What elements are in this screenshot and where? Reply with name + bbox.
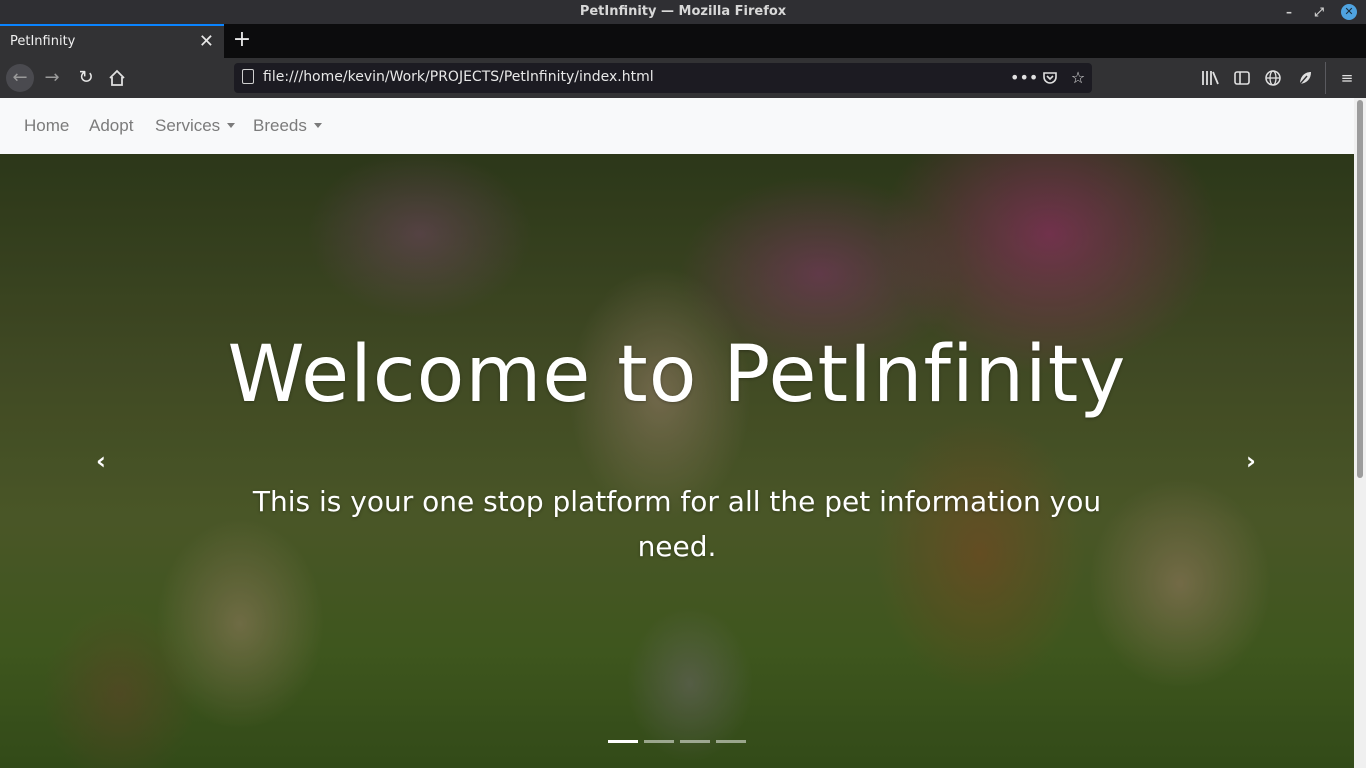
hero-background-image [0, 154, 1354, 768]
hero-carousel: Welcome to PetInfinity This is your one … [0, 154, 1354, 768]
url-text[interactable]: file:///home/kevin/Work/PROJECTS/PetInfi… [263, 69, 654, 85]
carousel-indicator[interactable] [644, 740, 674, 743]
leaf-icon[interactable] [1293, 66, 1317, 90]
new-tab-icon[interactable]: + [230, 27, 254, 53]
caret-down-icon [313, 123, 322, 128]
nav-breeds-label: Breeds [253, 116, 307, 135]
nav-services-label: Services [155, 116, 221, 135]
carousel-indicator[interactable] [680, 740, 710, 743]
site-navbar: Home Adopt Services Breeds [0, 98, 1354, 154]
reload-icon[interactable]: ↻ [72, 64, 100, 92]
browser-toolbar: ← → ↻ file:///home/kevin/Work/PROJECTS/P… [0, 58, 1366, 98]
nav-home[interactable]: Home [24, 116, 69, 136]
page-actions-icon[interactable]: ••• [1010, 66, 1038, 90]
bookmark-star-icon[interactable]: ☆ [1067, 66, 1089, 90]
nav-breeds-dropdown[interactable]: Breeds [253, 116, 322, 136]
carousel-next-icon[interactable]: › [1236, 446, 1266, 476]
sidebar-icon[interactable] [1230, 66, 1254, 90]
back-icon[interactable]: ← [6, 64, 34, 92]
tab-label: PetInfinity [10, 34, 76, 49]
scrollbar-thumb[interactable] [1357, 100, 1363, 478]
caret-down-icon [227, 123, 236, 128]
carousel-indicator[interactable] [716, 740, 746, 743]
home-icon[interactable] [103, 64, 131, 92]
nav-services-dropdown[interactable]: Services [155, 116, 236, 136]
tab-petinfinity[interactable]: PetInfinity ✕ [0, 24, 224, 58]
hero-title: Welcome to PetInfinity [227, 330, 1127, 420]
nav-adopt[interactable]: Adopt [89, 116, 133, 136]
close-window-icon[interactable]: ✕ [1341, 4, 1357, 20]
hamburger-icon[interactable]: ≡ [1335, 66, 1359, 90]
page-icon [242, 69, 254, 84]
forward-icon[interactable]: → [38, 64, 66, 92]
url-bar[interactable]: file:///home/kevin/Work/PROJECTS/PetInfi… [234, 63, 1092, 93]
carousel-indicator[interactable] [608, 740, 638, 743]
toolbar-separator [1325, 62, 1326, 94]
page-scrollbar[interactable] [1354, 98, 1366, 768]
window-title: PetInfinity — Mozilla Firefox [579, 4, 787, 19]
hero-subtitle: This is your one stop platform for all t… [252, 485, 1102, 563]
globe-icon[interactable] [1261, 66, 1285, 90]
tab-strip: PetInfinity ✕ + [0, 24, 1366, 58]
close-tab-icon[interactable]: ✕ [199, 31, 214, 52]
carousel-prev-icon[interactable]: ‹ [86, 446, 116, 476]
restore-icon[interactable]: ⤢ [1310, 3, 1328, 21]
window-titlebar: PetInfinity — Mozilla Firefox – ⤢ ✕ [0, 0, 1366, 24]
pocket-icon[interactable] [1039, 66, 1061, 90]
page-viewport: Home Adopt Services Breeds Welcome to Pe… [0, 98, 1354, 768]
library-icon[interactable] [1198, 66, 1222, 90]
minimize-icon[interactable]: – [1280, 3, 1298, 21]
